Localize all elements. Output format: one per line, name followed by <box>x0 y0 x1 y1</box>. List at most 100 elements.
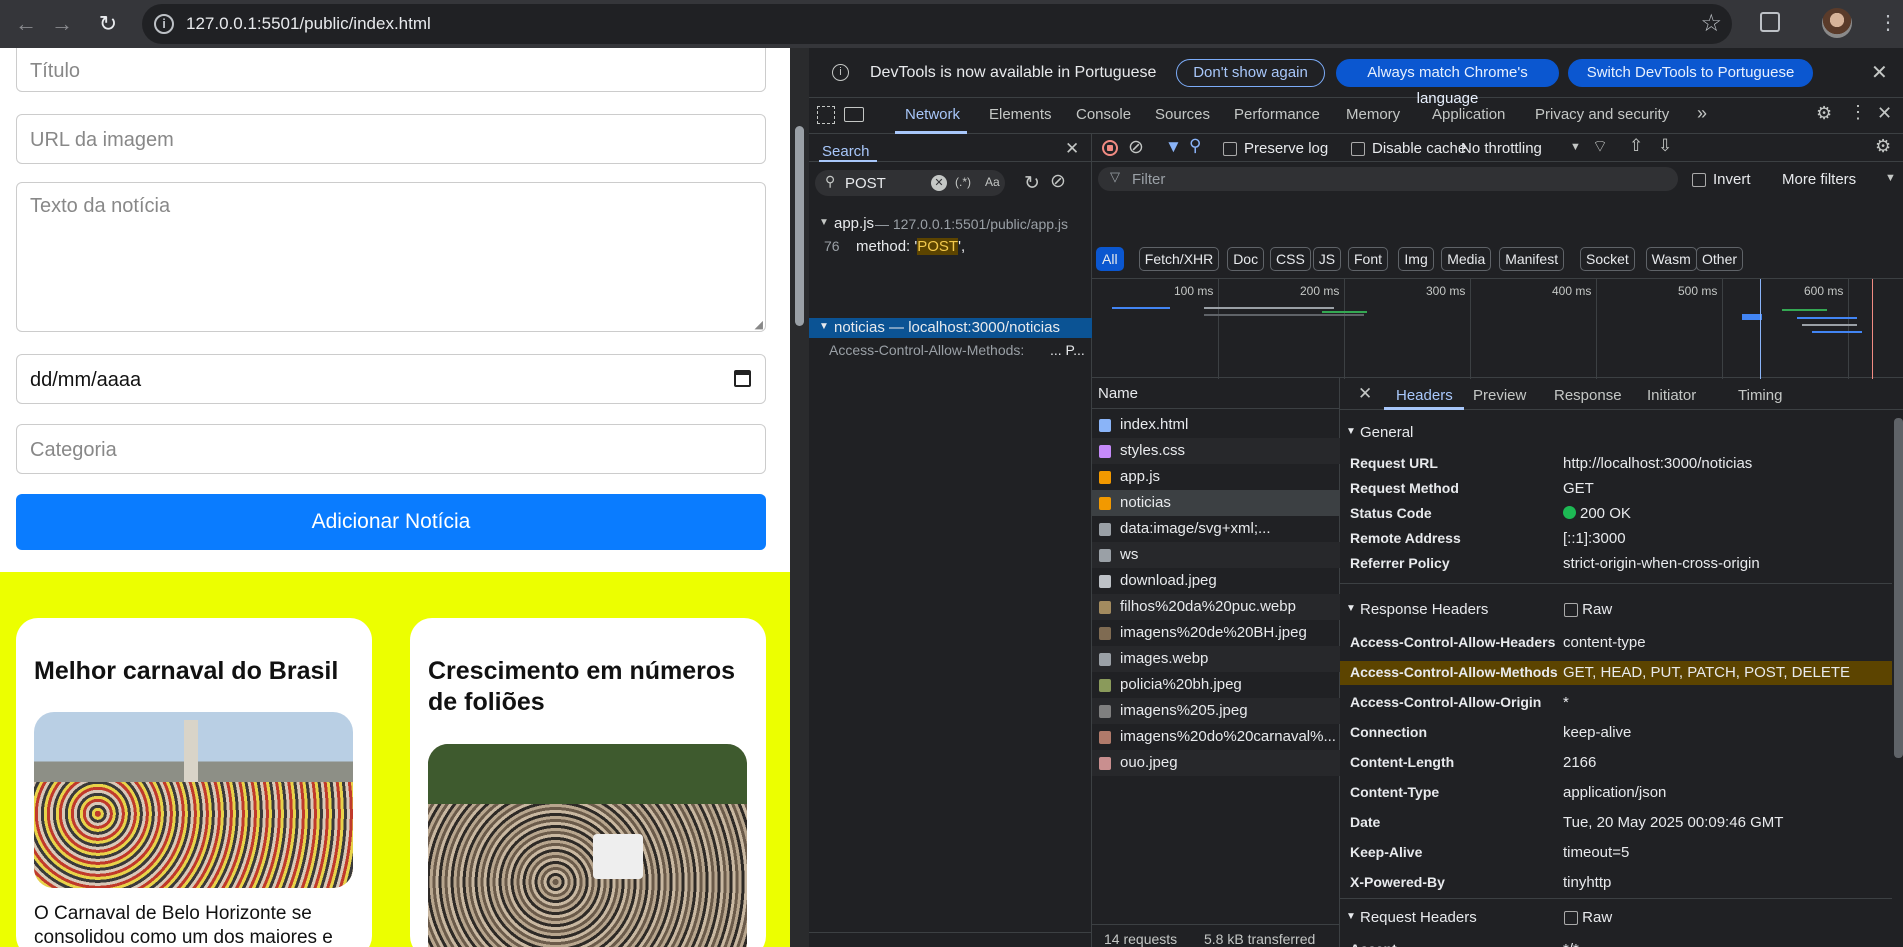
extensions-icon[interactable] <box>1760 12 1780 32</box>
tab-console[interactable]: Console <box>1076 106 1131 123</box>
raw-checkbox[interactable]: Raw <box>1564 601 1612 618</box>
avatar[interactable] <box>1822 8 1852 38</box>
network-conditions-icon[interactable]: ⌔ <box>1592 136 1608 157</box>
filter-chip-all[interactable]: All <box>1096 247 1124 271</box>
match-case-toggle[interactable]: Aa <box>985 175 1000 189</box>
chevron-down-icon[interactable]: ▼ <box>1570 141 1581 153</box>
expand-arrow-icon[interactable]: ▼ <box>819 217 829 228</box>
clear-log-icon[interactable]: ⊘ <box>1128 136 1144 159</box>
kebab-menu-icon[interactable]: ⋮ <box>1849 102 1867 123</box>
tab-memory[interactable]: Memory <box>1346 106 1400 123</box>
expand-arrow-icon[interactable]: ▼ <box>819 321 829 332</box>
resize-handle-icon[interactable]: ◢ <box>755 318 763 331</box>
filter-chip-js[interactable]: JS <box>1312 247 1342 271</box>
tab-elements[interactable]: Elements <box>989 106 1052 123</box>
disable-cache-checkbox[interactable] <box>1351 140 1365 157</box>
request-row[interactable]: ws <box>1092 542 1340 568</box>
chevron-down-icon[interactable]: ▼ <box>1885 172 1896 184</box>
device-toolbar-icon[interactable] <box>844 107 864 122</box>
request-row[interactable]: images.webp <box>1092 646 1340 672</box>
request-row[interactable]: app.js <box>1092 464 1340 490</box>
request-row[interactable]: imagens%205.jpeg <box>1092 698 1340 724</box>
back-icon[interactable]: ← <box>10 8 42 40</box>
switch-to-portuguese-button[interactable]: Switch DevTools to Portuguese <box>1568 59 1813 87</box>
filter-chip-fetchxhr[interactable]: Fetch/XHR <box>1138 247 1220 271</box>
filter-chip-font[interactable]: Font <box>1348 247 1389 271</box>
throttling-select[interactable]: No throttling <box>1461 140 1542 157</box>
search-icon[interactable]: ⚲ <box>1189 136 1201 156</box>
image-url-input[interactable]: URL da imagem <box>16 114 766 164</box>
close-search-icon[interactable]: ✕ <box>1065 139 1079 159</box>
filter-chip-css[interactable]: CSS <box>1270 247 1311 271</box>
request-row[interactable]: ouo.jpeg <box>1092 750 1340 776</box>
close-devtools-icon[interactable]: ✕ <box>1877 103 1892 124</box>
name-column-header[interactable]: Name <box>1098 385 1138 402</box>
date-input[interactable]: dd/mm/aaaa <box>16 354 766 404</box>
address-bar[interactable]: i 127.0.0.1:5501/public/index.html ☆ <box>142 4 1732 44</box>
record-icon[interactable] <box>1102 140 1118 156</box>
import-har-icon[interactable]: ⇧ <box>1629 136 1643 156</box>
filter-chip-socket[interactable]: Socket <box>1580 247 1635 271</box>
export-har-icon[interactable]: ⇩ <box>1658 136 1672 156</box>
filter-chip-other[interactable]: Other <box>1696 247 1744 271</box>
filter-chip-media[interactable]: Media <box>1441 247 1492 271</box>
search-input[interactable]: ⚲ POST ✕ (.*) Aa <box>815 170 1005 196</box>
refresh-search-icon[interactable]: ↻ <box>1024 172 1040 195</box>
tab-application[interactable]: Application <box>1432 106 1505 123</box>
forward-icon[interactable]: → <box>46 8 78 40</box>
tab-privacy-security[interactable]: Privacy and security <box>1535 106 1669 123</box>
more-tabs-icon[interactable]: » <box>1697 103 1707 124</box>
network-overview-timeline[interactable]: 100 ms 200 ms 300 ms 400 ms 500 ms 600 ms <box>1092 278 1903 379</box>
request-row[interactable]: imagens%20de%20BH.jpeg <box>1092 620 1340 646</box>
filter-chip-img[interactable]: Img <box>1398 247 1434 271</box>
site-info-icon[interactable]: i <box>154 14 174 34</box>
title-input[interactable]: Título <box>16 48 766 92</box>
request-row[interactable]: download.jpeg <box>1092 568 1340 594</box>
search-result-file-selected[interactable]: ▼ noticias — localhost:3000/noticias <box>809 318 1092 338</box>
settings-gear-icon[interactable]: ⚙ <box>1816 103 1832 124</box>
filter-chip-manifest[interactable]: Manifest <box>1499 247 1565 271</box>
news-text-textarea[interactable]: Texto da notícia ◢ <box>16 182 766 332</box>
close-infobar-icon[interactable]: ✕ <box>1871 60 1888 85</box>
request-row[interactable]: policia%20bh.jpeg <box>1092 672 1340 698</box>
request-row[interactable]: filhos%20da%20puc.webp <box>1092 594 1340 620</box>
bookmark-star-icon[interactable]: ☆ <box>1700 9 1722 38</box>
request-row[interactable]: index.html <box>1092 412 1340 438</box>
request-row[interactable]: imagens%20do%20carnaval%... <box>1092 724 1340 750</box>
raw-checkbox[interactable]: Raw <box>1564 909 1612 926</box>
detail-tab-response[interactable]: Response <box>1554 387 1622 404</box>
search-result-file[interactable]: ▼ app.js — 127.0.0.1:5501/public/app.js <box>809 214 1092 234</box>
filter-chip-doc[interactable]: Doc <box>1227 247 1265 271</box>
detail-tab-preview[interactable]: Preview <box>1473 387 1526 404</box>
detail-tab-headers[interactable]: Headers <box>1396 387 1453 404</box>
add-news-button[interactable]: Adicionar Notícia <box>16 494 766 550</box>
invert-checkbox[interactable] <box>1692 171 1706 188</box>
tab-sources[interactable]: Sources <box>1155 106 1210 123</box>
calendar-icon[interactable] <box>734 370 751 387</box>
clear-search-icon[interactable]: ✕ <box>931 175 947 191</box>
request-row[interactable]: noticias <box>1092 490 1340 516</box>
request-row[interactable]: styles.css <box>1092 438 1340 464</box>
category-input[interactable]: Categoria <box>16 424 766 474</box>
more-filters-button[interactable]: More filters <box>1782 171 1856 188</box>
tab-network[interactable]: Network <box>905 106 960 123</box>
page-scrollbar[interactable] <box>790 48 809 947</box>
page-scrollbar-thumb[interactable] <box>795 126 804 326</box>
dont-show-again-button[interactable]: Don't show again <box>1176 59 1325 87</box>
clear-results-icon[interactable]: ⊘ <box>1050 170 1066 193</box>
search-result-line[interactable]: Access-Control-Allow-Methods: ... P... <box>809 341 1092 361</box>
reload-icon[interactable]: ↻ <box>92 8 124 40</box>
preserve-log-checkbox[interactable] <box>1223 140 1237 157</box>
inspect-element-icon[interactable] <box>817 106 835 124</box>
menu-icon[interactable]: ⋮ <box>1878 10 1898 35</box>
filter-chip-wasm[interactable]: Wasm <box>1645 247 1697 271</box>
always-match-language-button[interactable]: Always match Chrome's language <box>1336 59 1559 107</box>
regex-toggle[interactable]: (.*) <box>955 175 971 189</box>
search-result-line[interactable]: 76 method: 'POST', <box>809 237 1092 257</box>
network-settings-icon[interactable]: ⚙ <box>1875 136 1891 157</box>
request-row[interactable]: data:image/svg+xml;... <box>1092 516 1340 542</box>
detail-tab-timing[interactable]: Timing <box>1738 387 1782 404</box>
tab-performance[interactable]: Performance <box>1234 106 1320 123</box>
detail-scrollbar-thumb[interactable] <box>1894 418 1903 758</box>
close-detail-icon[interactable]: ✕ <box>1358 384 1372 404</box>
